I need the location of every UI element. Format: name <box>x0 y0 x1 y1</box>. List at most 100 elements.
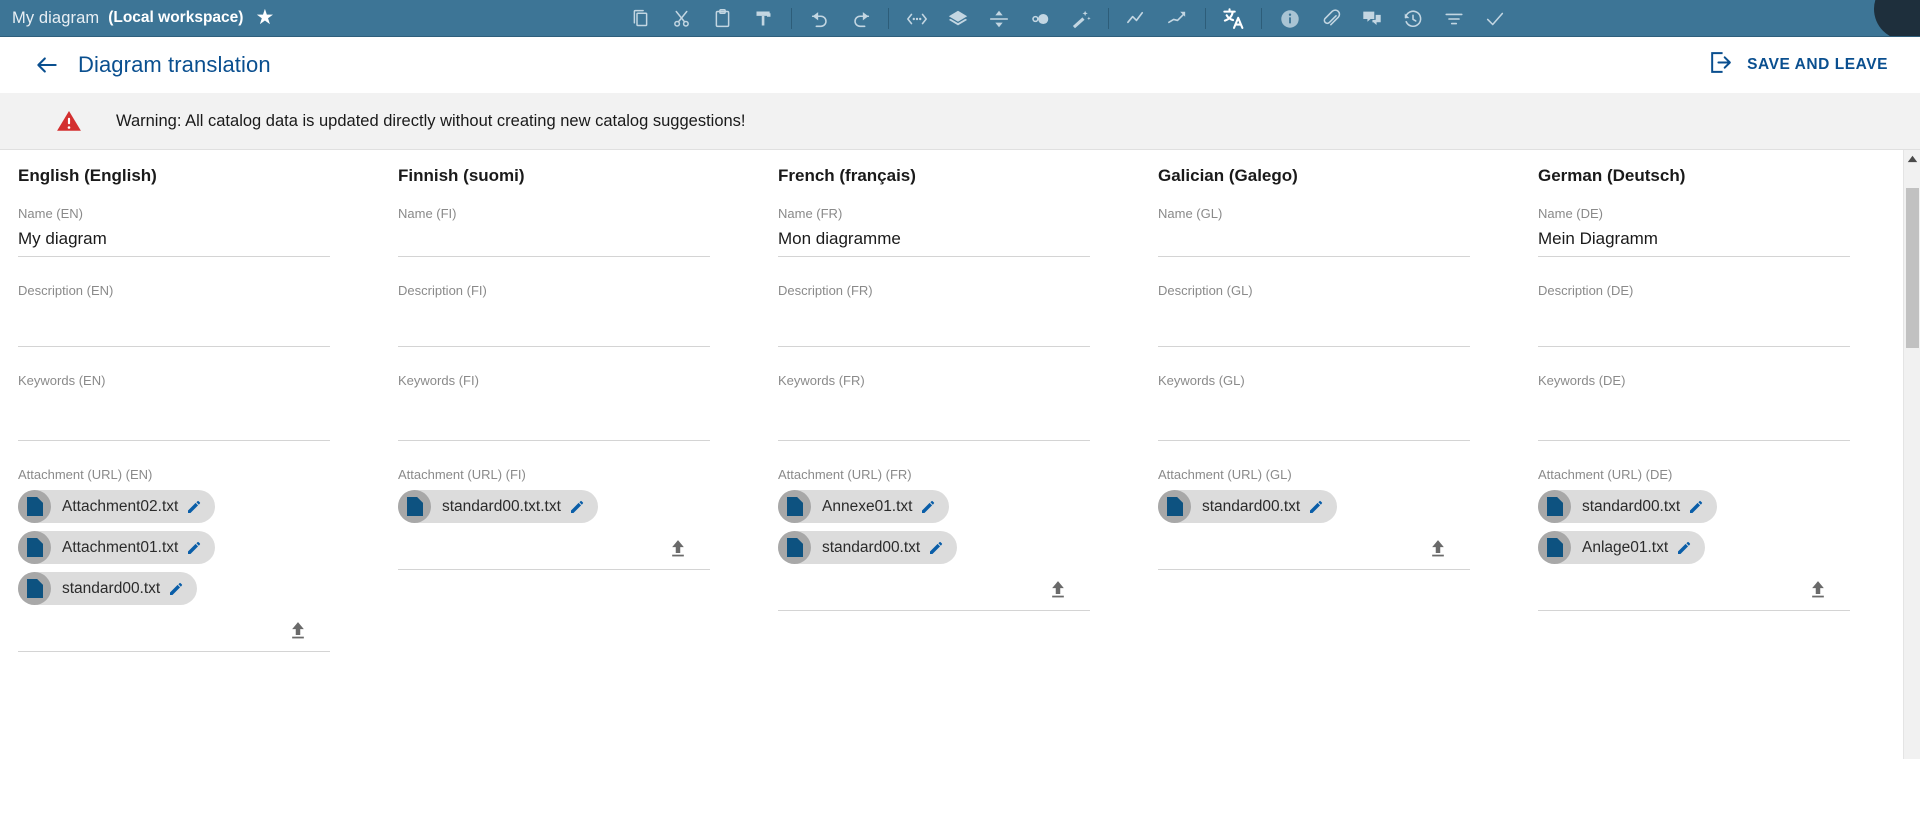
keywords-field-group: Keywords (EN) <box>18 373 330 441</box>
document-icon <box>1538 531 1571 564</box>
distribute-horizontal-icon[interactable] <box>896 0 937 36</box>
name-field-label: Name (GL) <box>1158 206 1223 221</box>
attachment-chip[interactable]: standard00.txt <box>18 572 198 605</box>
upload-icon[interactable] <box>288 615 308 645</box>
description-input[interactable] <box>1538 304 1850 340</box>
field-underline <box>18 346 330 347</box>
attachment-chip[interactable]: standard00.txt <box>1538 490 1718 523</box>
translate-icon[interactable] <box>1213 0 1254 36</box>
layers-icon[interactable] <box>937 0 978 36</box>
page-header: Diagram translation SAVE AND LEAVE <box>0 37 1920 93</box>
attachment-chip[interactable]: Attachment02.txt <box>18 490 216 523</box>
attachment-chip[interactable]: Anlage01.txt <box>1538 531 1706 564</box>
upload-icon[interactable] <box>1428 533 1448 563</box>
main-toolbar <box>620 0 1515 36</box>
toolbar-divider <box>888 8 889 29</box>
application-top-bar: My diagram (Local workspace) ★ <box>0 0 1920 37</box>
keywords-input[interactable] <box>1538 394 1850 434</box>
distribute-vertical-icon[interactable] <box>978 0 1019 36</box>
info-icon[interactable] <box>1269 0 1310 36</box>
scrollbar-thumb[interactable] <box>1906 188 1919 348</box>
attachment-chip[interactable]: Annexe01.txt <box>778 490 950 523</box>
field-underline <box>778 610 1090 611</box>
field-underline <box>1538 610 1850 611</box>
back-arrow-icon[interactable] <box>30 48 64 82</box>
upload-icon[interactable] <box>1048 574 1068 604</box>
magic-wand-icon[interactable] <box>1060 0 1101 36</box>
attachment-chip[interactable]: standard00.txt <box>778 531 958 564</box>
star-icon[interactable]: ★ <box>255 7 274 28</box>
pencil-icon[interactable] <box>928 540 944 556</box>
document-icon <box>18 572 51 605</box>
pencil-icon[interactable] <box>1676 540 1692 556</box>
pencil-icon[interactable] <box>920 499 936 515</box>
undo-icon[interactable] <box>799 0 840 36</box>
keywords-input[interactable] <box>1158 394 1470 434</box>
description-input[interactable] <box>1158 304 1470 340</box>
attachment-filename: Anlage01.txt <box>1582 538 1669 556</box>
name-input[interactable]: My diagram <box>18 227 330 250</box>
cut-icon[interactable] <box>661 0 702 36</box>
description-input[interactable] <box>778 304 1090 340</box>
name-input[interactable]: Mon diagramme <box>778 227 1090 250</box>
history-icon[interactable] <box>1392 0 1433 36</box>
copy-icon[interactable] <box>620 0 661 36</box>
keywords-input[interactable] <box>778 394 1090 434</box>
attachment-filename: standard00.txt <box>822 538 921 556</box>
redo-icon[interactable] <box>840 0 881 36</box>
upload-icon[interactable] <box>668 533 688 563</box>
scroll-up-arrow-icon[interactable] <box>1904 150 1920 167</box>
field-underline <box>778 256 1090 257</box>
attachment-chip[interactable]: standard00.txt <box>1158 490 1338 523</box>
attachment-chip-list: Attachment02.txt Attachment01.txt standard… <box>18 490 330 605</box>
language-column: Galician (Galego) Name (GL) Description (G… <box>1140 166 1520 759</box>
user-avatar[interactable] <box>1874 0 1920 36</box>
save-and-leave-button[interactable]: SAVE AND LEAVE <box>1708 50 1902 80</box>
upload-row <box>1158 533 1470 563</box>
attachment-field-label: Attachment (URL) (FI) <box>398 467 526 482</box>
field-underline <box>398 256 710 257</box>
upload-icon[interactable] <box>1808 574 1828 604</box>
attachment-chip-list: standard00.txt Anlage01.txt <box>1538 490 1850 564</box>
resize-shapes-icon[interactable] <box>1019 0 1060 36</box>
vertical-scrollbar[interactable] <box>1903 150 1920 759</box>
pencil-icon[interactable] <box>168 581 184 597</box>
description-field-group: Description (DE) <box>1538 283 1850 347</box>
document-icon <box>1158 490 1191 523</box>
name-input[interactable] <box>1158 227 1470 250</box>
attachment-field-label: Attachment (URL) (EN) <box>18 467 153 482</box>
name-field-label: Name (DE) <box>1538 206 1604 221</box>
pencil-icon[interactable] <box>569 499 585 515</box>
filter-icon[interactable] <box>1433 0 1474 36</box>
pencil-icon[interactable] <box>1688 499 1704 515</box>
field-underline <box>1158 569 1470 570</box>
paste-icon[interactable] <box>702 0 743 36</box>
comment-icon[interactable] <box>1351 0 1392 36</box>
pencil-icon[interactable] <box>186 499 202 515</box>
format-painter-icon[interactable] <box>743 0 784 36</box>
attachment-chip-list: standard00.txt.txt <box>398 490 710 523</box>
name-field-label: Name (EN) <box>18 206 84 221</box>
description-field-label: Description (DE) <box>1538 283 1634 298</box>
description-input[interactable] <box>398 304 710 340</box>
attachment-icon[interactable] <box>1310 0 1351 36</box>
field-underline <box>778 346 1090 347</box>
name-input[interactable]: Mein Diagramm <box>1538 227 1850 250</box>
attachment-field-label: Attachment (URL) (FR) <box>778 467 912 482</box>
attachment-field-label: Attachment (URL) (GL) <box>1158 467 1292 482</box>
keywords-input[interactable] <box>18 394 330 434</box>
description-field-label: Description (FI) <box>398 283 487 298</box>
attachment-chip-list: Annexe01.txt standard00.txt <box>778 490 1090 564</box>
line-style-icon[interactable] <box>1116 0 1157 36</box>
trend-line-icon[interactable] <box>1157 0 1198 36</box>
name-field-group: Name (FI) <box>398 206 710 257</box>
field-underline <box>1158 256 1470 257</box>
keywords-input[interactable] <box>398 394 710 434</box>
name-input[interactable] <box>398 227 710 250</box>
pencil-icon[interactable] <box>1308 499 1324 515</box>
attachment-chip[interactable]: Attachment01.txt <box>18 531 216 564</box>
description-input[interactable] <box>18 304 330 340</box>
pencil-icon[interactable] <box>186 540 202 556</box>
attachment-chip[interactable]: standard00.txt.txt <box>398 490 598 523</box>
check-icon[interactable] <box>1474 0 1515 36</box>
